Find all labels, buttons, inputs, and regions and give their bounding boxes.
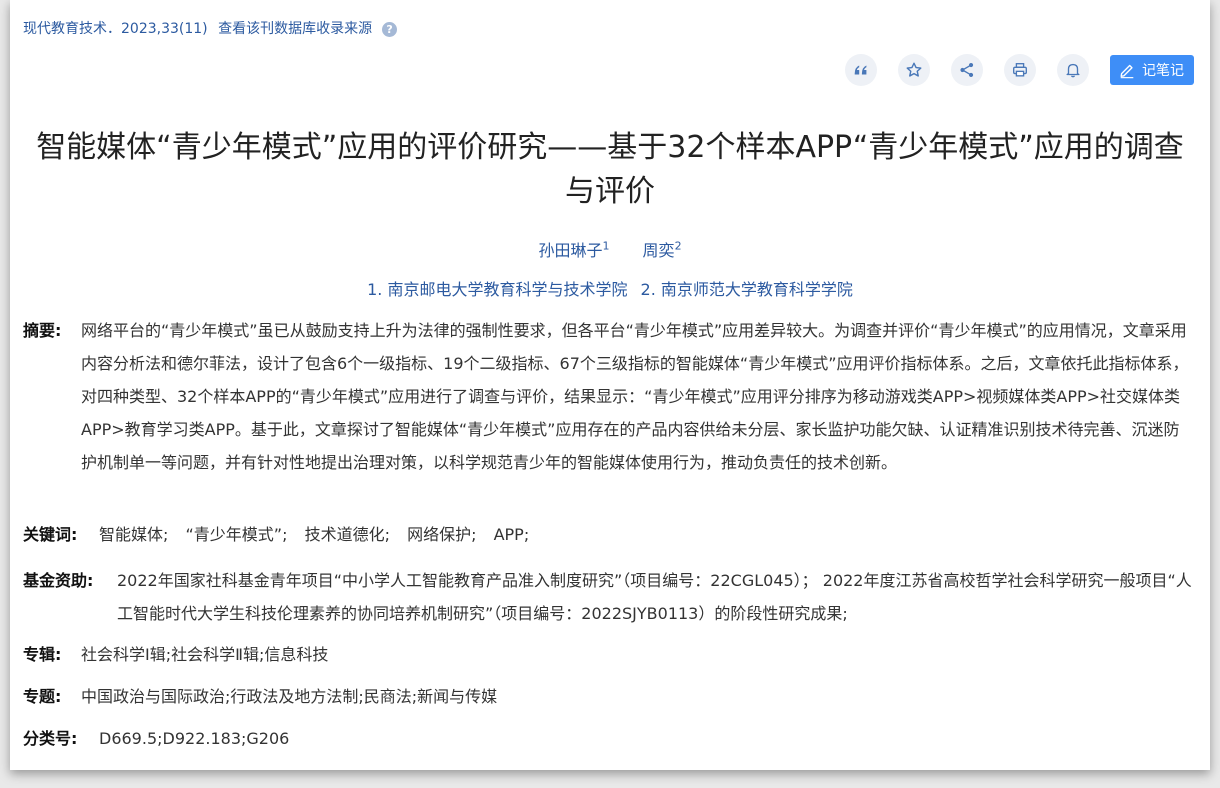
author-list: 孙田琳子1 周奕2 <box>10 237 1210 261</box>
album-label: 专辑: <box>23 645 62 664</box>
help-icon[interactable]: ? <box>382 21 398 37</box>
pencil-icon <box>1120 64 1134 79</box>
abstract-text: 网络平台的“青少年模式”虽已从鼓励支持上升为法律的强制性要求，但各平台“青少年模… <box>81 321 1189 472</box>
topic-text: 中国政治与国际政治;行政法及地方法制;民商法;新闻与传媒 <box>81 687 498 706</box>
keyword-link[interactable]: APP; <box>494 525 530 544</box>
keyword-link[interactable]: 网络保护; <box>407 525 476 544</box>
abstract-label: 摘要: <box>23 321 62 340</box>
take-note-button[interactable]: 记笔记 <box>1110 55 1194 85</box>
topic-section: 专题: 中国政治与国际政治;行政法及地方法制;民商法;新闻与传媒 <box>23 680 1195 713</box>
article-title: 智能媒体“青少年模式”应用的评价研究——基于32个样本APP“青少年模式”应用的… <box>36 130 1184 209</box>
abstract-section: 摘要: 网络平台的“青少年模式”虽已从鼓励支持上升为法律的强制性要求，但各平台“… <box>23 314 1195 479</box>
favorite-button[interactable] <box>898 54 930 86</box>
topic-label: 专题: <box>23 687 62 706</box>
print-button[interactable] <box>1004 54 1036 86</box>
cite-button[interactable] <box>845 54 877 86</box>
class-number-label: 分类号: <box>23 729 78 748</box>
album-text: 社会科学Ⅰ辑;社会科学Ⅱ辑;信息科技 <box>81 645 329 664</box>
bell-icon <box>1066 63 1080 78</box>
journal-link[interactable]: 现代教育技术．2023,33(11) <box>23 21 208 37</box>
article-card: 现代教育技术．2023,33(11) 查看该刊数据库收录来源? 记笔记 智能媒体… <box>10 0 1210 770</box>
take-note-label: 记笔记 <box>1142 63 1184 79</box>
keyword-link[interactable]: 技术道德化; <box>305 525 390 544</box>
fund-section: 基金资助: 2022年国家社科基金青年项目“中小学人工智能教育产品准入制度研究”… <box>23 564 1195 630</box>
author-link[interactable]: 孙田琳子1 <box>538 240 609 260</box>
affiliation-link[interactable]: 2. 南京师范大学教育科学学院 <box>641 280 853 299</box>
keywords-section: 关键词: 智能媒体; “青少年模式”; 技术道德化; 网络保护; APP; <box>23 518 1195 551</box>
subscribe-button[interactable] <box>1057 54 1089 86</box>
share-icon <box>960 62 974 78</box>
author-link[interactable]: 周奕2 <box>643 240 682 260</box>
fund-text: 2022年国家社科基金青年项目“中小学人工智能教育产品准入制度研究”（项目编号：… <box>117 571 1192 623</box>
keyword-link[interactable]: 智能媒体; <box>99 525 168 544</box>
affiliation-link[interactable]: 1. 南京邮电大学教育科学与技术学院 <box>367 280 627 299</box>
keywords-label: 关键词: <box>23 525 78 544</box>
quote-icon <box>854 65 867 75</box>
class-number-text: D669.5;D922.183;G206 <box>99 729 290 748</box>
keyword-link[interactable]: “青少年模式”; <box>186 525 288 544</box>
print-icon <box>1013 63 1027 77</box>
fund-label: 基金资助: <box>23 571 94 590</box>
album-section: 专辑: 社会科学Ⅰ辑;社会科学Ⅱ辑;信息科技 <box>23 638 1195 671</box>
star-icon <box>906 62 922 77</box>
source-line: 现代教育技术．2023,33(11) 查看该刊数据库收录来源? <box>23 18 403 38</box>
affiliation-list: 1. 南京邮电大学教育科学与技术学院 2. 南京师范大学教育科学学院 <box>10 276 1210 300</box>
share-button[interactable] <box>951 54 983 86</box>
toolbar: 记笔记 <box>845 54 1194 86</box>
database-source-link[interactable]: 查看该刊数据库收录来源 <box>218 21 372 37</box>
class-number-section: 分类号: D669.5;D922.183;G206 <box>23 722 1195 755</box>
